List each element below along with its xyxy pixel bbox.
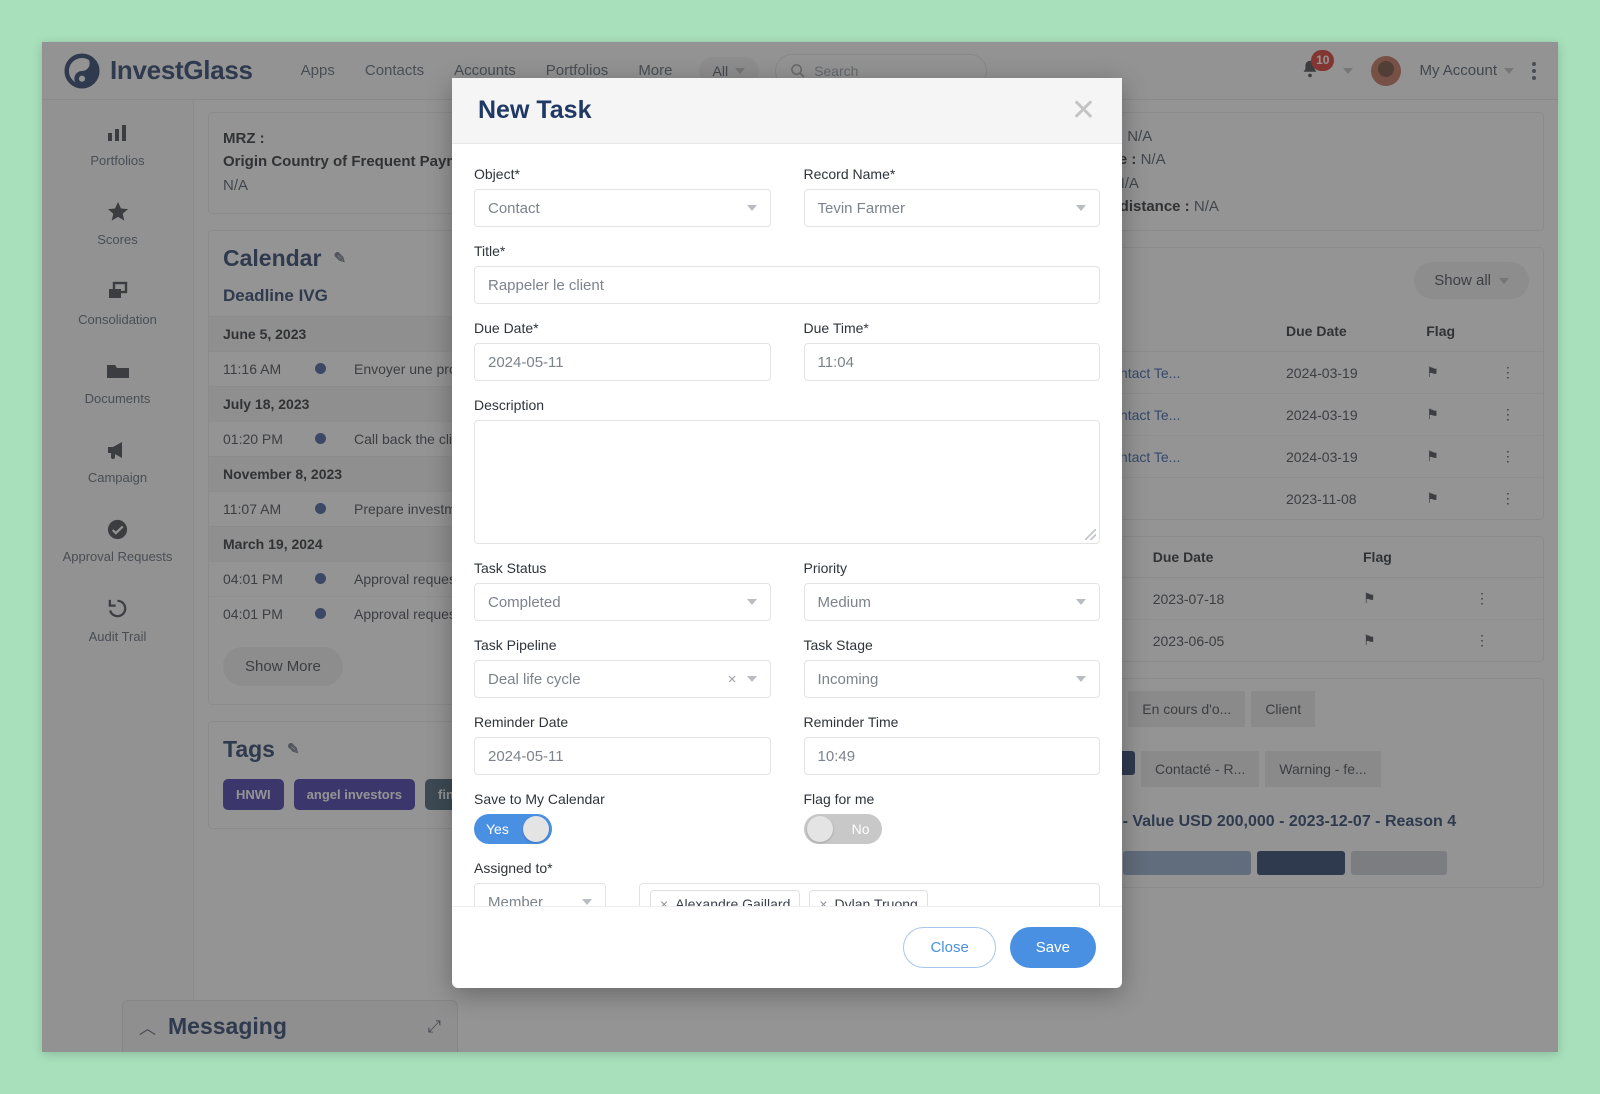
flag-for-me-value: No	[851, 821, 870, 837]
object-label: Object*	[474, 166, 520, 182]
field-description: Description	[474, 397, 1100, 544]
chevron-down-icon	[1076, 205, 1086, 211]
due-date-value: 2024-05-11	[488, 353, 564, 371]
due-time-input[interactable]: 11:04	[803, 343, 1100, 381]
due-date-input[interactable]: 2024-05-11	[474, 343, 771, 381]
field-task-status: Task Status Completed	[474, 560, 771, 621]
field-due-date: Due Date* 2024-05-11	[474, 320, 771, 381]
flag-for-me-label: Flag for me	[803, 791, 875, 807]
chevron-down-icon	[746, 599, 757, 605]
remove-chip-icon[interactable]: ×	[819, 896, 827, 906]
reminder-time-value: 10:49	[817, 747, 856, 765]
save-button[interactable]: Save	[1009, 927, 1096, 968]
object-select[interactable]: Contact	[474, 189, 771, 227]
reminder-date-label: Reminder Date	[474, 714, 569, 730]
title-input[interactable]: Rappeler le client	[474, 266, 1100, 304]
field-assigned-to: Assigned to* Member × Alexandre Gaillard…	[474, 860, 1100, 906]
task-status-select[interactable]: Completed	[474, 583, 771, 621]
reminder-time-label: Reminder Time	[803, 714, 899, 730]
save-calendar-label: Save to My Calendar	[474, 791, 605, 807]
assignee-chip[interactable]: × Dylan Truong	[809, 890, 928, 906]
flag-for-me-toggle[interactable]: No	[803, 814, 882, 844]
record-name-select[interactable]: Tevin Farmer	[803, 189, 1100, 227]
clear-icon[interactable]: ×	[728, 671, 737, 688]
field-priority: Priority Medium	[803, 560, 1100, 621]
modal-body: Object* Contact Record Name* Tevin Farme…	[452, 144, 1122, 906]
chevron-down-icon	[746, 676, 757, 682]
field-task-stage: Task Stage Incoming	[803, 637, 1100, 698]
assignee-name: Alexandre Gaillard	[675, 896, 791, 906]
field-object: Object* Contact	[474, 166, 771, 227]
close-button[interactable]: Close	[903, 927, 996, 968]
field-task-pipeline: Task Pipeline Deal life cycle ×	[474, 637, 771, 698]
task-stage-value: Incoming	[817, 670, 879, 688]
assigned-to-type-select[interactable]: Member	[474, 883, 606, 906]
assignees-input[interactable]: × Alexandre Gaillard × Dylan Truong	[639, 883, 1100, 906]
toggle-knob	[523, 816, 549, 842]
assigned-to-label: Assigned to*	[474, 860, 553, 876]
description-label: Description	[474, 397, 545, 413]
assigned-to-type-value: Member	[488, 893, 544, 907]
title-value: Rappeler le client	[488, 276, 604, 294]
description-textarea[interactable]	[474, 420, 1100, 544]
new-task-modal: New Task ✕ Object* Contact Record Name* …	[452, 78, 1122, 988]
save-calendar-value: Yes	[486, 821, 509, 837]
task-pipeline-value: Deal life cycle	[488, 670, 581, 688]
assignee-name: Dylan Truong	[834, 896, 918, 906]
priority-value: Medium	[817, 593, 871, 611]
field-flag-for-me: Flag for me No	[803, 791, 1101, 844]
field-reminder-date: Reminder Date 2024-05-11	[474, 714, 771, 775]
task-status-label: Task Status	[474, 560, 547, 576]
chevron-down-icon	[1076, 676, 1086, 682]
field-due-time: Due Time* 11:04	[803, 320, 1100, 381]
field-save-to-calendar: Save to My Calendar Yes	[474, 791, 771, 844]
due-time-label: Due Time*	[803, 320, 869, 336]
title-label: Title*	[474, 243, 506, 259]
toggle-knob	[806, 816, 833, 842]
close-icon[interactable]: ✕	[1071, 95, 1096, 126]
task-stage-select[interactable]: Incoming	[803, 660, 1100, 698]
field-title: Title* Rappeler le client	[474, 243, 1100, 304]
chevron-down-icon	[746, 205, 757, 211]
object-value: Contact	[488, 199, 540, 217]
due-date-label: Due Date*	[474, 320, 539, 336]
chevron-down-icon	[582, 899, 592, 905]
task-pipeline-label: Task Pipeline	[474, 637, 557, 653]
task-pipeline-select[interactable]: Deal life cycle ×	[474, 660, 771, 698]
reminder-time-input[interactable]: 10:49	[803, 737, 1100, 775]
task-stage-label: Task Stage	[803, 637, 873, 653]
modal-title: New Task	[478, 96, 592, 124]
task-status-value: Completed	[488, 593, 561, 611]
modal-header: New Task ✕	[452, 78, 1122, 144]
priority-label: Priority	[803, 560, 848, 576]
record-name-value: Tevin Farmer	[817, 199, 906, 217]
record-name-label: Record Name*	[803, 166, 896, 182]
chevron-down-icon	[1076, 599, 1086, 605]
reminder-date-value: 2024-05-11	[488, 747, 564, 765]
modal-footer: Close Save	[452, 906, 1122, 988]
reminder-date-input[interactable]: 2024-05-11	[474, 737, 771, 775]
priority-select[interactable]: Medium	[803, 583, 1100, 621]
save-to-calendar-toggle[interactable]: Yes	[474, 814, 552, 844]
assignee-chip[interactable]: × Alexandre Gaillard	[650, 890, 801, 906]
due-time-value: 11:04	[817, 353, 854, 371]
field-record-name: Record Name* Tevin Farmer	[803, 166, 1100, 227]
field-reminder-time: Reminder Time 10:49	[803, 714, 1100, 775]
remove-chip-icon[interactable]: ×	[660, 896, 668, 906]
